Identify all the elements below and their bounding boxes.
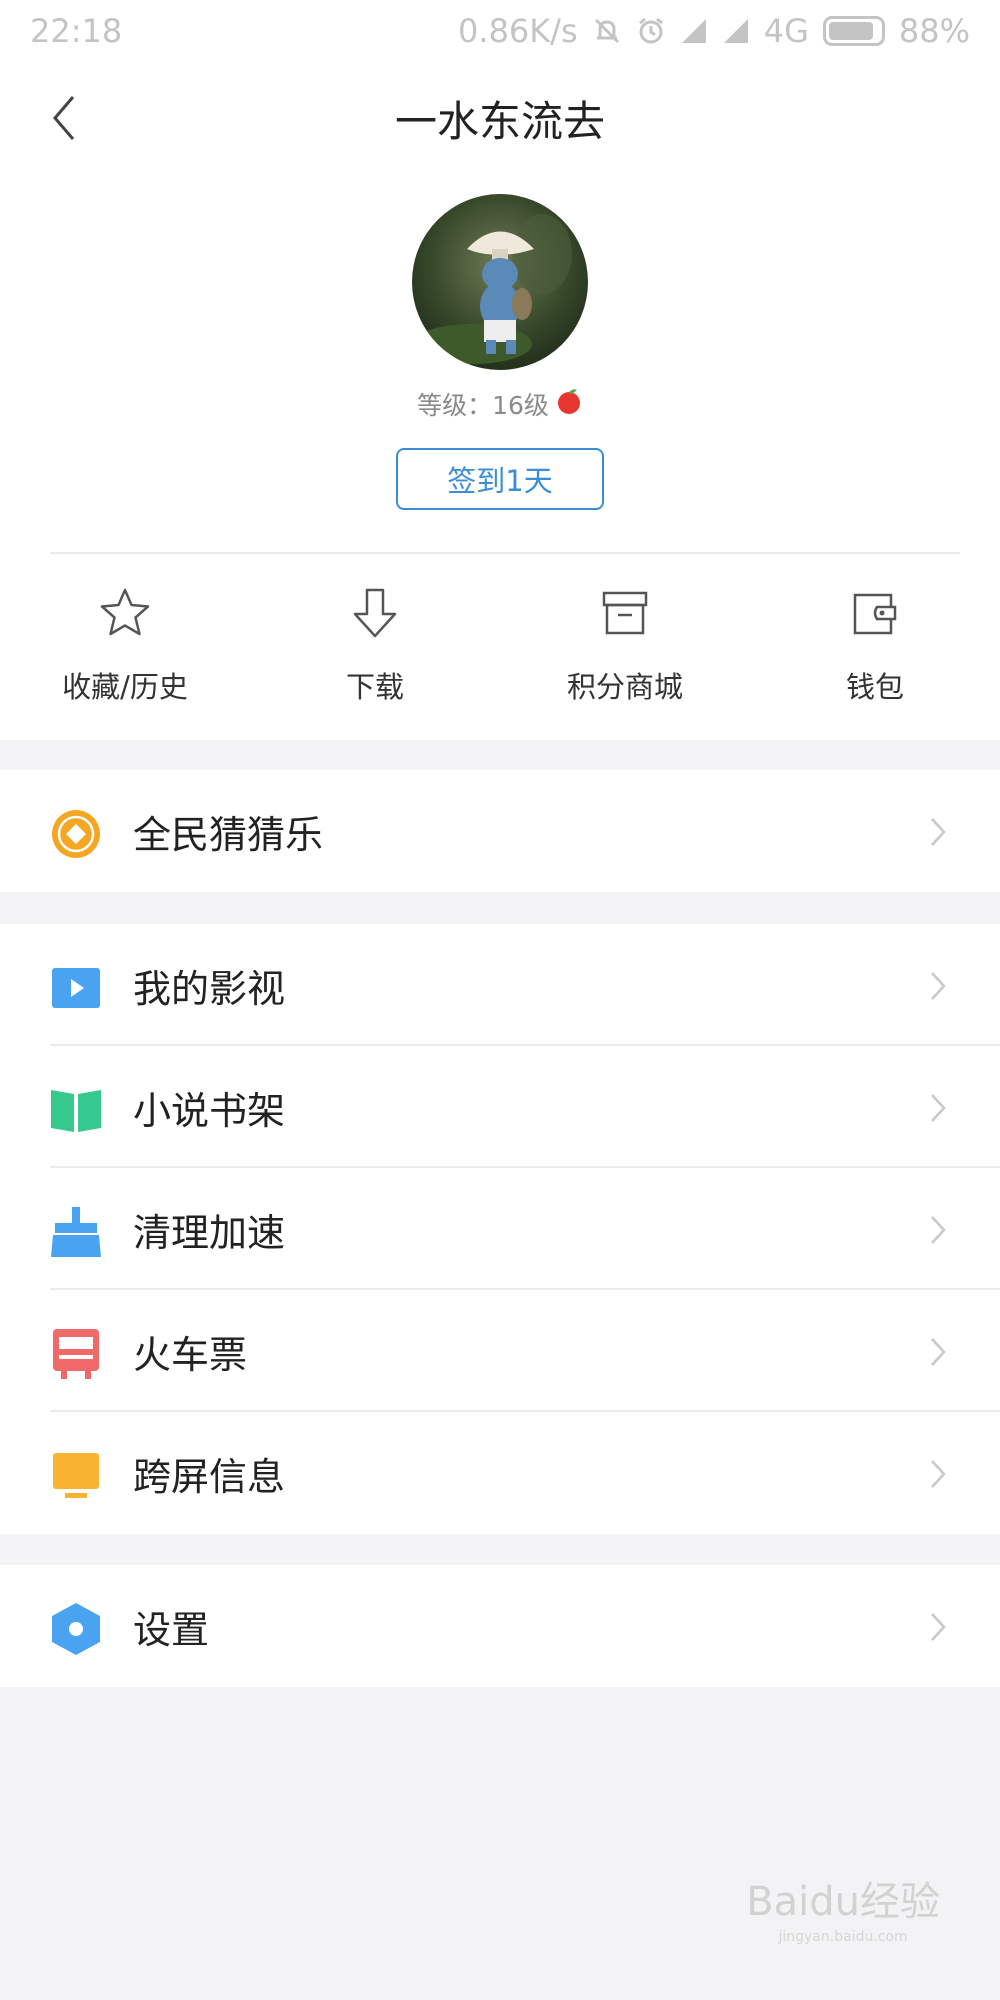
quick-wallet[interactable]: 钱包 <box>750 554 1000 740</box>
signal-icon-2 <box>722 17 750 45</box>
broom-icon <box>50 1206 102 1258</box>
net-speed: 0.86K/s <box>458 12 578 50</box>
chevron-right-icon <box>931 1094 946 1122</box>
train-icon <box>50 1328 102 1380</box>
top-panel: 22:18 0.86K/s 4G 88% 一水东流去 等级：16级 签到1天 收… <box>0 0 1000 740</box>
quick-label: 下载 <box>345 670 404 704</box>
battery-fill <box>828 22 873 40</box>
menu-group-services: 我的影视 小说书架 清理加速 火车票 跨屏信息 <box>0 924 1000 1534</box>
menu-item-cross-screen[interactable]: 跨屏信息 <box>0 1412 1000 1534</box>
coin-icon <box>50 808 102 860</box>
menu-group-games: 全民猜猜乐 <box>0 770 1000 892</box>
mute-bell-icon <box>592 16 622 46</box>
chevron-right-icon <box>931 972 946 1000</box>
page-title: 一水东流去 <box>394 96 605 146</box>
quick-points-store[interactable]: 积分商城 <box>500 554 750 740</box>
battery-icon <box>822 16 885 46</box>
quick-label: 钱包 <box>845 670 904 704</box>
chevron-left-icon <box>53 96 75 140</box>
chevron-right-icon <box>931 818 946 846</box>
quick-favorites-history[interactable]: 收藏/历史 <box>0 554 250 740</box>
menu-item-label: 小说书架 <box>133 1088 286 1133</box>
menu-group-settings: 设置 <box>0 1565 1000 1687</box>
download-icon <box>346 584 404 642</box>
alarm-icon <box>636 16 666 46</box>
watermark-brand: Baidu经验 <box>746 1879 940 1925</box>
signal-icon <box>680 17 708 45</box>
menu-item-train-tickets[interactable]: 火车票 <box>0 1290 1000 1412</box>
menu-item-label: 清理加速 <box>133 1210 286 1255</box>
quick-label: 积分商城 <box>566 670 683 704</box>
baidu-jingyan-watermark: Baidu经验 jingyan.baidu.com <box>746 1869 940 1945</box>
menu-item-label: 跨屏信息 <box>133 1454 286 1499</box>
chevron-right-icon <box>931 1216 946 1244</box>
menu-item-label: 全民猜猜乐 <box>133 812 324 857</box>
quick-actions: 收藏/历史 下载 积分商城 钱包 <box>0 554 1000 740</box>
chevron-right-icon <box>931 1613 946 1641</box>
menu-item-settings[interactable]: 设置 <box>0 1565 1000 1687</box>
menu-item-label: 设置 <box>133 1607 210 1652</box>
signin-button[interactable]: 签到1天 <box>396 448 604 510</box>
status-indicators: 0.86K/s 4G 88% <box>458 12 970 50</box>
menu-item-label: 我的影视 <box>133 966 286 1011</box>
settings-hex-icon <box>50 1603 102 1655</box>
network-type: 4G <box>763 12 809 50</box>
book-icon <box>50 1084 102 1136</box>
status-bar: 22:18 0.86K/s 4G 88% <box>0 0 1000 62</box>
chevron-right-icon <box>931 1338 946 1366</box>
menu-item-cleanup[interactable]: 清理加速 <box>0 1168 1000 1290</box>
video-play-icon <box>50 962 102 1014</box>
chevron-right-icon <box>931 1460 946 1488</box>
battery-percent: 88% <box>898 12 970 50</box>
avatar[interactable] <box>412 194 588 370</box>
star-icon <box>96 584 154 642</box>
back-button[interactable] <box>44 88 84 148</box>
profile-section: 等级：16级 签到1天 <box>0 174 1000 554</box>
quick-download[interactable]: 下载 <box>250 554 500 740</box>
screen-icon <box>50 1450 102 1502</box>
apple-icon <box>555 387 583 421</box>
wallet-icon <box>846 584 904 642</box>
quick-label: 收藏/历史 <box>62 670 188 704</box>
divider <box>50 552 960 554</box>
store-icon <box>596 584 654 642</box>
menu-item-my-videos[interactable]: 我的影视 <box>0 924 1000 1046</box>
menu-item-novel-shelf[interactable]: 小说书架 <box>0 1046 1000 1168</box>
status-time: 22:18 <box>30 12 123 50</box>
user-level: 等级：16级 <box>0 386 1000 422</box>
watermark-url: jingyan.baidu.com <box>778 1929 908 1945</box>
level-text: 等级：16级 <box>417 391 549 420</box>
menu-item-label: 火车票 <box>133 1332 248 1377</box>
menu-item-guess-game[interactable]: 全民猜猜乐 <box>0 770 1000 892</box>
title-bar: 一水东流去 <box>0 62 1000 174</box>
